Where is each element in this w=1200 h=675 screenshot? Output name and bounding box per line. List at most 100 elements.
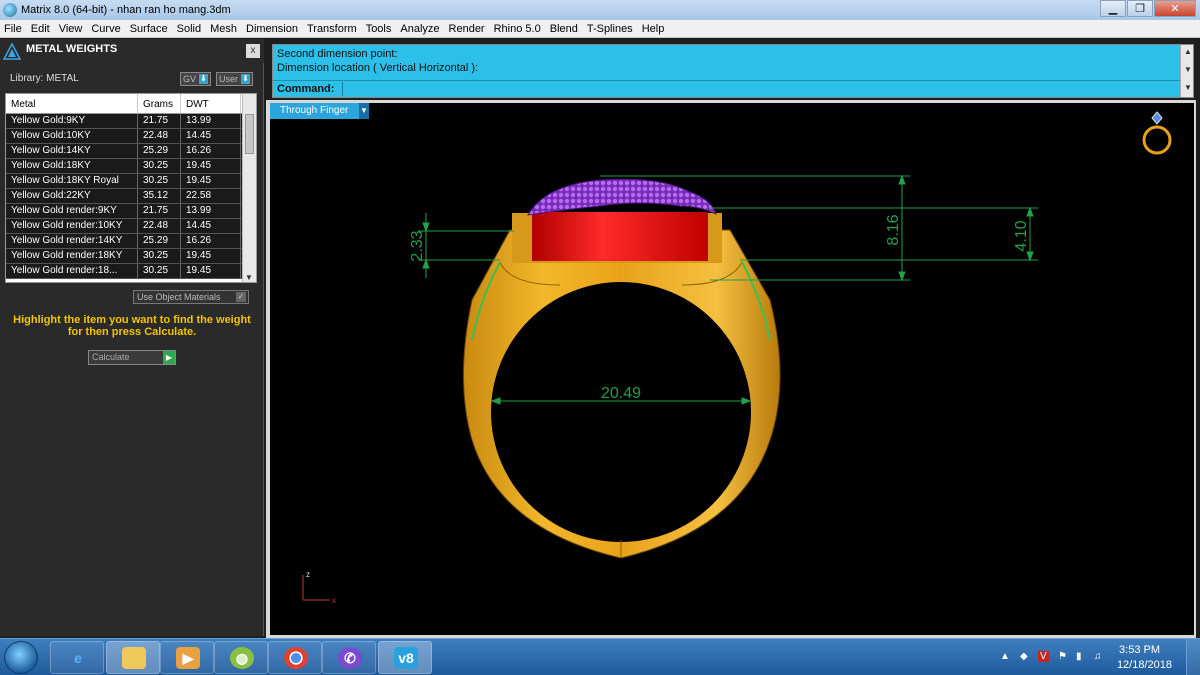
viewport[interactable]: 20.49 8.16 4.10 2.33 z x — [270, 103, 1194, 635]
dimension-inner-diameter: 20.49 — [601, 385, 641, 402]
ie-icon: e — [74, 650, 82, 666]
dropdown-arrow-icon[interactable]: ▼ — [359, 103, 369, 119]
scroll-down-icon[interactable]: ▼ — [1184, 65, 1192, 74]
checkbox-icon[interactable]: ✓ — [236, 292, 246, 302]
viber-icon: ✆ — [338, 647, 362, 669]
cell-grams: 30.25 — [138, 264, 181, 278]
menu-render[interactable]: Render — [449, 23, 485, 35]
menu-curve[interactable]: Curve — [91, 23, 120, 35]
calculate-label: Calculate — [92, 352, 130, 362]
table-row[interactable]: Yellow Gold render:9KY 21.75 13.99 — [6, 204, 256, 219]
close-button[interactable]: ✕ — [1154, 0, 1196, 17]
cell-dwt: 16.26 — [181, 144, 241, 158]
minimize-button[interactable]: ▁ — [1100, 0, 1126, 17]
menu-solid[interactable]: Solid — [177, 23, 201, 35]
table-row[interactable]: Yellow Gold:9KY 21.75 13.99 — [6, 114, 256, 129]
table-row[interactable]: Yellow Gold:18KY Royal 30.25 19.45 — [6, 174, 256, 189]
menu-help[interactable]: Help — [642, 23, 665, 35]
table-row[interactable]: Yellow Gold render:18KY 30.25 19.45 — [6, 249, 256, 264]
scroll-down-icon[interactable]: ▼ — [1184, 83, 1192, 92]
table-header: Metal Grams DWT — [6, 94, 256, 114]
clock-time[interactable]: 3:53 PM — [1119, 644, 1160, 656]
menu-rhino[interactable]: Rhino 5.0 — [494, 23, 541, 35]
cell-metal: Yellow Gold:10KY — [6, 129, 138, 143]
taskbar: e ▶ ◍ ✆ v8 ▲ ◆ V ⚑ ▮ ♫ 3:53 PM 12/18/201… — [0, 638, 1200, 675]
cell-metal: Yellow Gold render:14KY — [6, 234, 138, 248]
start-button[interactable] — [4, 641, 38, 674]
menu-analyze[interactable]: Analyze — [400, 23, 439, 35]
v8-icon: v8 — [394, 647, 418, 669]
explorer-taskbar-item[interactable] — [106, 641, 160, 674]
cell-metal: Yellow Gold:9KY — [6, 114, 138, 128]
menu-tools[interactable]: Tools — [366, 23, 392, 35]
cell-grams: 30.25 — [138, 249, 181, 263]
clock-date[interactable]: 12/18/2018 — [1117, 659, 1172, 671]
panel-title: METAL WEIGHTS — [26, 43, 118, 55]
menu-tsplines[interactable]: T-Splines — [587, 23, 633, 35]
viewport-tab[interactable]: Through Finger ▼ — [270, 103, 369, 119]
chrome-taskbar-item[interactable] — [268, 641, 322, 674]
menu-dimension[interactable]: Dimension — [246, 23, 298, 35]
menu-view[interactable]: View — [59, 23, 83, 35]
cell-dwt: 13.99 — [181, 114, 241, 128]
ring-view-icon[interactable] — [1142, 111, 1172, 155]
gv-arrow-icon: ⬇ — [199, 74, 209, 84]
command-scrollbar[interactable]: ▲ ▼ ▼ — [1180, 45, 1193, 97]
menu-edit[interactable]: Edit — [31, 23, 50, 35]
column-metal[interactable]: Metal — [6, 94, 138, 113]
gv-library-button[interactable]: GV ⬇ — [180, 72, 212, 86]
cell-metal: Yellow Gold:18KY — [6, 159, 138, 173]
cell-grams: 35.12 — [138, 189, 181, 203]
command-area: Second dimension point: Dimension locati… — [272, 44, 1194, 98]
dimension-bezel-height: 4.10 — [1013, 220, 1030, 251]
viber-taskbar-item[interactable]: ✆ — [322, 641, 376, 674]
cell-dwt: 19.45 — [181, 174, 241, 188]
menu-surface[interactable]: Surface — [130, 23, 168, 35]
table-row[interactable]: Yellow Gold render:14KY 25.29 16.26 — [6, 234, 256, 249]
use-object-materials-label: Use Object Materials — [137, 292, 221, 302]
cell-dwt: 19.45 — [181, 159, 241, 173]
gv-label: GV — [183, 74, 197, 84]
matrix-taskbar-item[interactable]: v8 — [378, 641, 432, 674]
tray-expand-icon[interactable]: ▲ — [1000, 651, 1010, 662]
table-row[interactable]: Yellow Gold render:10KY 22.48 14.45 — [6, 219, 256, 234]
user-library-button[interactable]: User ⬇ — [216, 72, 254, 86]
scrollbar-thumb[interactable] — [245, 114, 254, 154]
cell-metal: Yellow Gold render:18... — [6, 264, 138, 278]
volume-icon[interactable]: ♫ — [1094, 651, 1102, 662]
table-row[interactable]: Yellow Gold:22KY 35.12 22.58 — [6, 189, 256, 204]
table-row[interactable]: Yellow Gold render:18... 30.25 19.45 — [6, 264, 256, 279]
cell-metal: Yellow Gold render:9KY — [6, 204, 138, 218]
menu-mesh[interactable]: Mesh — [210, 23, 237, 35]
snake-decoration — [527, 178, 717, 216]
menu-file[interactable]: File — [4, 23, 22, 35]
app-taskbar-item[interactable]: ◍ — [214, 641, 268, 674]
ie-taskbar-item[interactable]: e — [50, 641, 104, 674]
vray-icon[interactable]: V — [1038, 651, 1049, 662]
restore-button[interactable]: ❐ — [1127, 0, 1153, 17]
column-dwt[interactable]: DWT — [181, 94, 241, 113]
cell-dwt: 16.26 — [181, 234, 241, 248]
cell-metal: Yellow Gold render:18KY — [6, 249, 138, 263]
scroll-up-icon[interactable]: ▲ — [1184, 47, 1192, 56]
menu-transform[interactable]: Transform — [307, 23, 357, 35]
show-desktop-button[interactable] — [1186, 639, 1200, 675]
use-object-materials-option[interactable]: Use Object Materials ✓ — [133, 290, 249, 304]
panel-close-button[interactable]: x — [246, 44, 260, 58]
command-label: Command: — [277, 83, 335, 95]
calculate-button[interactable]: Calculate ▶ — [88, 350, 176, 365]
column-grams[interactable]: Grams — [138, 94, 181, 113]
play-arrow-icon: ▶ — [163, 351, 175, 364]
table-scrollbar[interactable]: ▼ — [242, 94, 256, 282]
command-input[interactable] — [342, 82, 1178, 96]
menu-blend[interactable]: Blend — [550, 23, 578, 35]
network-icon[interactable]: ▮ — [1076, 651, 1082, 662]
table-row[interactable]: Yellow Gold:10KY 22.48 14.45 — [6, 129, 256, 144]
media-player-icon: ▶ — [176, 647, 200, 669]
table-row[interactable]: Yellow Gold:14KY 25.29 16.26 — [6, 144, 256, 159]
dropbox-icon[interactable]: ◆ — [1020, 651, 1028, 662]
media-player-taskbar-item[interactable]: ▶ — [160, 641, 214, 674]
flag-icon[interactable]: ⚑ — [1058, 651, 1067, 662]
table-row[interactable]: Yellow Gold:18KY 30.25 19.45 — [6, 159, 256, 174]
scroll-down-icon[interactable]: ▼ — [245, 273, 253, 282]
